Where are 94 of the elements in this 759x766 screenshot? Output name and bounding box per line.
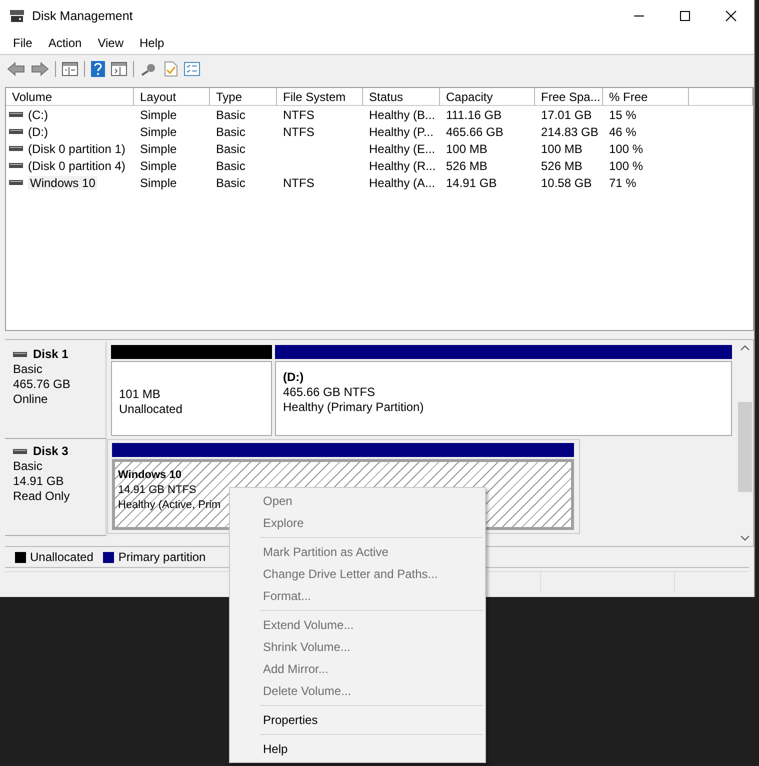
maximize-icon[interactable] [679, 10, 691, 22]
table-cell: 111.16 GB [446, 108, 502, 122]
show-pane-icon[interactable] [111, 62, 127, 76]
column-header[interactable]: Status [363, 88, 440, 106]
table-cell: Simple [140, 142, 177, 156]
table-cell: Healthy (R... [369, 158, 436, 172]
drive-icon [9, 112, 23, 117]
disk-name: Disk 1 [33, 347, 68, 362]
drive-icon [9, 163, 23, 168]
column-header[interactable]: % Free [603, 88, 689, 106]
document-check-icon[interactable] [164, 61, 178, 77]
column-header[interactable]: Free Spa... [535, 88, 603, 106]
context-menu-item[interactable]: Help [230, 738, 485, 760]
drive-icon [9, 180, 23, 185]
column-header[interactable]: Layout [134, 88, 210, 106]
disk-type: Basic [13, 459, 44, 474]
partition-detail: Unallocated [119, 402, 182, 417]
scroll-up-icon[interactable] [740, 344, 750, 352]
table-cell: Basic [216, 108, 246, 122]
table-cell: 100 % [609, 158, 644, 172]
scroll-down-icon[interactable] [740, 534, 750, 542]
column-header[interactable]: Capacity [440, 88, 535, 106]
disk-name: Disk 3 [33, 444, 68, 459]
menu-item[interactable]: Help [132, 34, 172, 52]
table-cell[interactable]: (C:) [28, 108, 48, 122]
window-title: Disk Management [32, 9, 133, 23]
disk-info-panel[interactable]: Disk 1 Basic 465.76 GB Online [5, 342, 107, 439]
back-arrow-icon[interactable] [7, 62, 25, 76]
table-cell[interactable]: Windows 10 [28, 176, 98, 190]
disk-size: 465.76 GB [13, 377, 72, 392]
table-cell: Healthy (A... [369, 176, 436, 190]
table-cell: Basic [216, 158, 246, 172]
partition-name: Windows 10 [118, 468, 182, 483]
table-cell: 14.91 GB [446, 176, 497, 190]
partition-name: (D:) [283, 370, 304, 385]
disk-size: 14.91 GB [13, 474, 65, 489]
table-cell: 526 MB [541, 158, 582, 172]
table-cell: 100 MB [446, 142, 488, 156]
close-icon[interactable] [725, 10, 737, 22]
table-cell: Basic [216, 142, 246, 156]
disk-type: Basic [13, 362, 44, 377]
table-cell: 526 MB [446, 158, 488, 172]
checklist-icon[interactable] [184, 62, 200, 76]
table-cell: 71 % [609, 176, 636, 190]
table-cell: Simple [140, 124, 177, 138]
magnifier-icon[interactable] [140, 62, 158, 76]
partition-detail: 465.66 GB NTFS [283, 385, 376, 400]
table-cell: Simple [140, 158, 177, 172]
table-cell: Simple [140, 176, 177, 190]
legend-label: Primary partition [118, 550, 206, 564]
table-cell: Healthy (P... [369, 124, 434, 138]
table-cell: 17.01 GB [541, 108, 592, 122]
table-cell: 100 MB [541, 142, 582, 156]
table-cell: NTFS [283, 108, 314, 122]
drive-icon [13, 449, 27, 454]
partition-detail: Healthy (Primary Partition) [283, 400, 424, 415]
table-cell: 100 % [609, 142, 644, 156]
table-cell: Basic [216, 124, 246, 138]
table-cell: 15 % [609, 108, 636, 122]
table-cell: 214.83 GB [541, 124, 598, 138]
disk-status: Online [13, 392, 49, 407]
disk-info-panel[interactable]: Disk 3 Basic 14.91 GB Read Only [5, 439, 107, 536]
partition-detail: Healthy (Active, Prim [118, 498, 221, 513]
menu-item[interactable]: View [90, 34, 132, 52]
table-cell: Healthy (B... [369, 108, 436, 122]
column-header[interactable]: File System [277, 88, 363, 106]
table-cell: NTFS [283, 124, 314, 138]
table-cell: 10.58 GB [541, 176, 592, 190]
help-icon[interactable] [91, 61, 105, 77]
drive-icon [13, 352, 27, 357]
disk-status: Read Only [13, 489, 71, 504]
table-cell[interactable]: (D:) [28, 124, 48, 138]
table-cell: 46 % [609, 124, 636, 138]
table-cell: 465.66 GB [446, 124, 504, 138]
forward-arrow-icon[interactable] [31, 62, 49, 76]
partition-detail: 14.91 GB NTFS [118, 483, 196, 498]
context-menu-item[interactable]: Properties [230, 709, 485, 731]
menu-item[interactable]: Action [40, 34, 90, 52]
table-cell: Basic [216, 176, 246, 190]
legend-label: Unallocated [30, 550, 94, 564]
drive-icon [9, 146, 23, 151]
column-header[interactable]: Volume [6, 88, 134, 106]
table-cell[interactable]: (Disk 0 partition 1) [28, 142, 126, 156]
column-header[interactable]: Type [210, 88, 277, 106]
table-cell: NTFS [283, 176, 314, 190]
table-cell: Simple [140, 108, 177, 122]
disk-drive-icon [9, 9, 25, 23]
menu-item[interactable]: File [5, 34, 40, 52]
table-cell: Healthy (E... [369, 142, 436, 156]
scrollbar-thumb[interactable] [738, 402, 752, 492]
drive-icon [9, 129, 23, 134]
table-cell[interactable]: (Disk 0 partition 4) [28, 158, 126, 172]
partition-detail: 101 MB [119, 387, 160, 402]
column-header [689, 88, 753, 106]
